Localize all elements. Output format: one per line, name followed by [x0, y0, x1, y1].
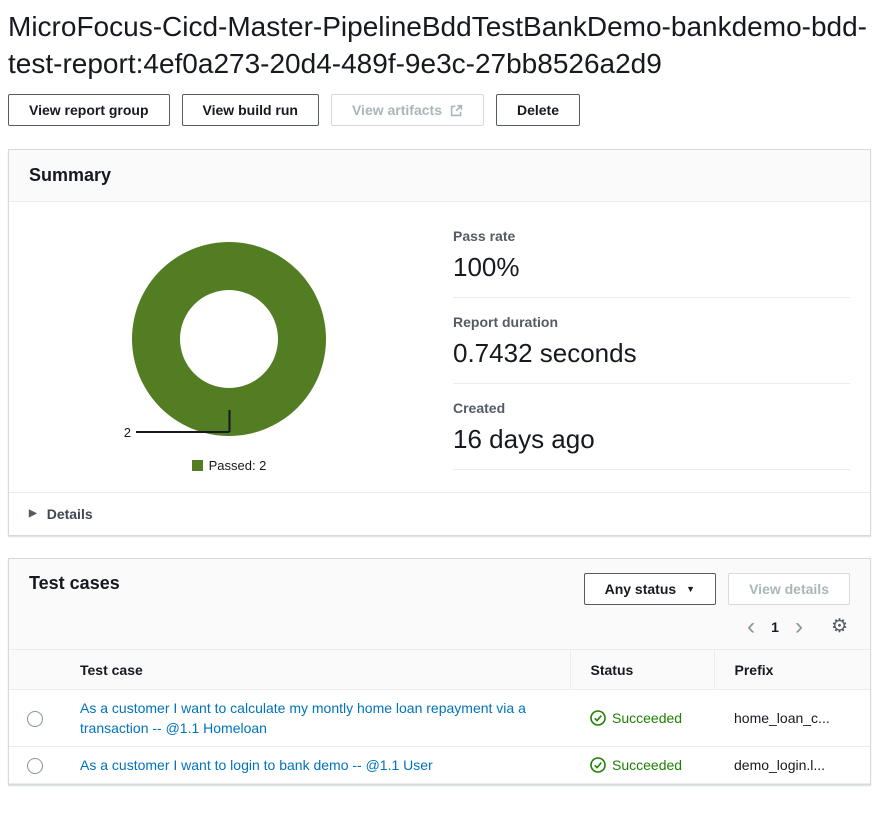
chevron-left-icon[interactable]: ‹: [747, 617, 755, 637]
metric-value: 100%: [453, 250, 850, 298]
status-filter-dropdown[interactable]: Any status ▼: [584, 573, 717, 605]
summary-title: Summary: [29, 165, 850, 186]
pass-donut-chart: 2: [113, 240, 345, 444]
donut-callout-label: 2: [124, 425, 131, 440]
view-artifacts-button[interactable]: View artifacts: [331, 94, 484, 126]
metric-label: Created: [453, 392, 850, 422]
view-details-button[interactable]: View details: [728, 573, 850, 605]
passed-legend-swatch: [192, 460, 203, 471]
status-text: Succeeded: [612, 710, 682, 726]
metric-label: Report duration: [453, 306, 850, 336]
metric-label: Pass rate: [453, 220, 850, 250]
test-cases-card: Test cases Any status ▼ View details ‹ 1…: [8, 558, 871, 785]
summary-metrics: Pass rate 100% Report duration 0.7432 se…: [429, 220, 850, 478]
succeeded-check-icon: [590, 757, 606, 773]
test-case-link[interactable]: As a customer I want to login to bank de…: [80, 755, 433, 775]
details-expander[interactable]: ▶ Details: [9, 492, 870, 535]
current-page-number[interactable]: 1: [771, 619, 779, 635]
view-build-run-button[interactable]: View build run: [182, 94, 319, 126]
test-cases-header: Test cases Any status ▼ View details ‹ 1…: [9, 559, 870, 649]
prefix-text: home_loan_c...: [734, 710, 830, 726]
chart-legend: Passed: 2: [192, 458, 267, 473]
delete-button[interactable]: Delete: [496, 94, 580, 126]
summary-body: 2 Passed: 2 Pass rate 100% Report durati…: [9, 202, 870, 492]
details-label: Details: [47, 506, 93, 522]
table-row: As a customer I want to calculate my mon…: [9, 690, 870, 747]
status-badge: Succeeded: [590, 710, 694, 726]
status-badge: Succeeded: [590, 757, 694, 773]
passed-legend-label: Passed: 2: [209, 458, 267, 473]
column-header-status: Status: [570, 650, 714, 690]
view-report-group-button[interactable]: View report group: [8, 94, 170, 126]
external-link-icon: [450, 104, 463, 117]
metric-report-duration: Report duration 0.7432 seconds: [453, 306, 850, 384]
status-filter-label: Any status: [605, 581, 677, 597]
table-header-row: Test case Status Prefix: [9, 650, 870, 690]
select-column-header: [9, 650, 65, 690]
column-header-prefix: Prefix: [714, 650, 870, 690]
succeeded-check-icon: [590, 710, 606, 726]
metric-pass-rate: Pass rate 100%: [453, 220, 850, 298]
metric-value: 0.7432 seconds: [453, 336, 850, 384]
test-cases-title: Test cases: [29, 573, 120, 594]
column-header-test-case: Test case: [65, 650, 570, 690]
metric-created: Created 16 days ago: [453, 392, 850, 470]
table-row: As a customer I want to login to bank de…: [9, 747, 870, 784]
settings-gear-icon[interactable]: ⚙: [831, 617, 848, 637]
test-case-link[interactable]: As a customer I want to calculate my mon…: [80, 698, 550, 738]
page-title: MicroFocus-Cicd-Master-PipelineBddTestBa…: [8, 8, 871, 82]
view-artifacts-label: View artifacts: [352, 102, 442, 118]
pass-rate-chart-column: 2 Passed: 2: [29, 220, 429, 478]
row-select-radio[interactable]: [27, 711, 43, 727]
summary-card-header: Summary: [9, 150, 870, 202]
metric-value: 16 days ago: [453, 422, 850, 470]
report-page: MicroFocus-Cicd-Master-PipelineBddTestBa…: [0, 0, 879, 785]
summary-card: Summary 2 Passed: 2 Pas: [8, 149, 871, 536]
chevron-right-icon[interactable]: ›: [795, 617, 803, 637]
expand-triangle-icon: ▶: [29, 509, 37, 519]
report-actions: View report group View build run View ar…: [8, 94, 871, 126]
test-cases-table: Test case Status Prefix As a customer I …: [9, 649, 870, 784]
status-text: Succeeded: [612, 757, 682, 773]
prefix-text: demo_login.l...: [734, 757, 825, 773]
caret-down-icon: ▼: [686, 585, 695, 594]
pagination: ‹ 1 › ⚙: [29, 617, 850, 637]
row-select-radio[interactable]: [27, 758, 43, 774]
